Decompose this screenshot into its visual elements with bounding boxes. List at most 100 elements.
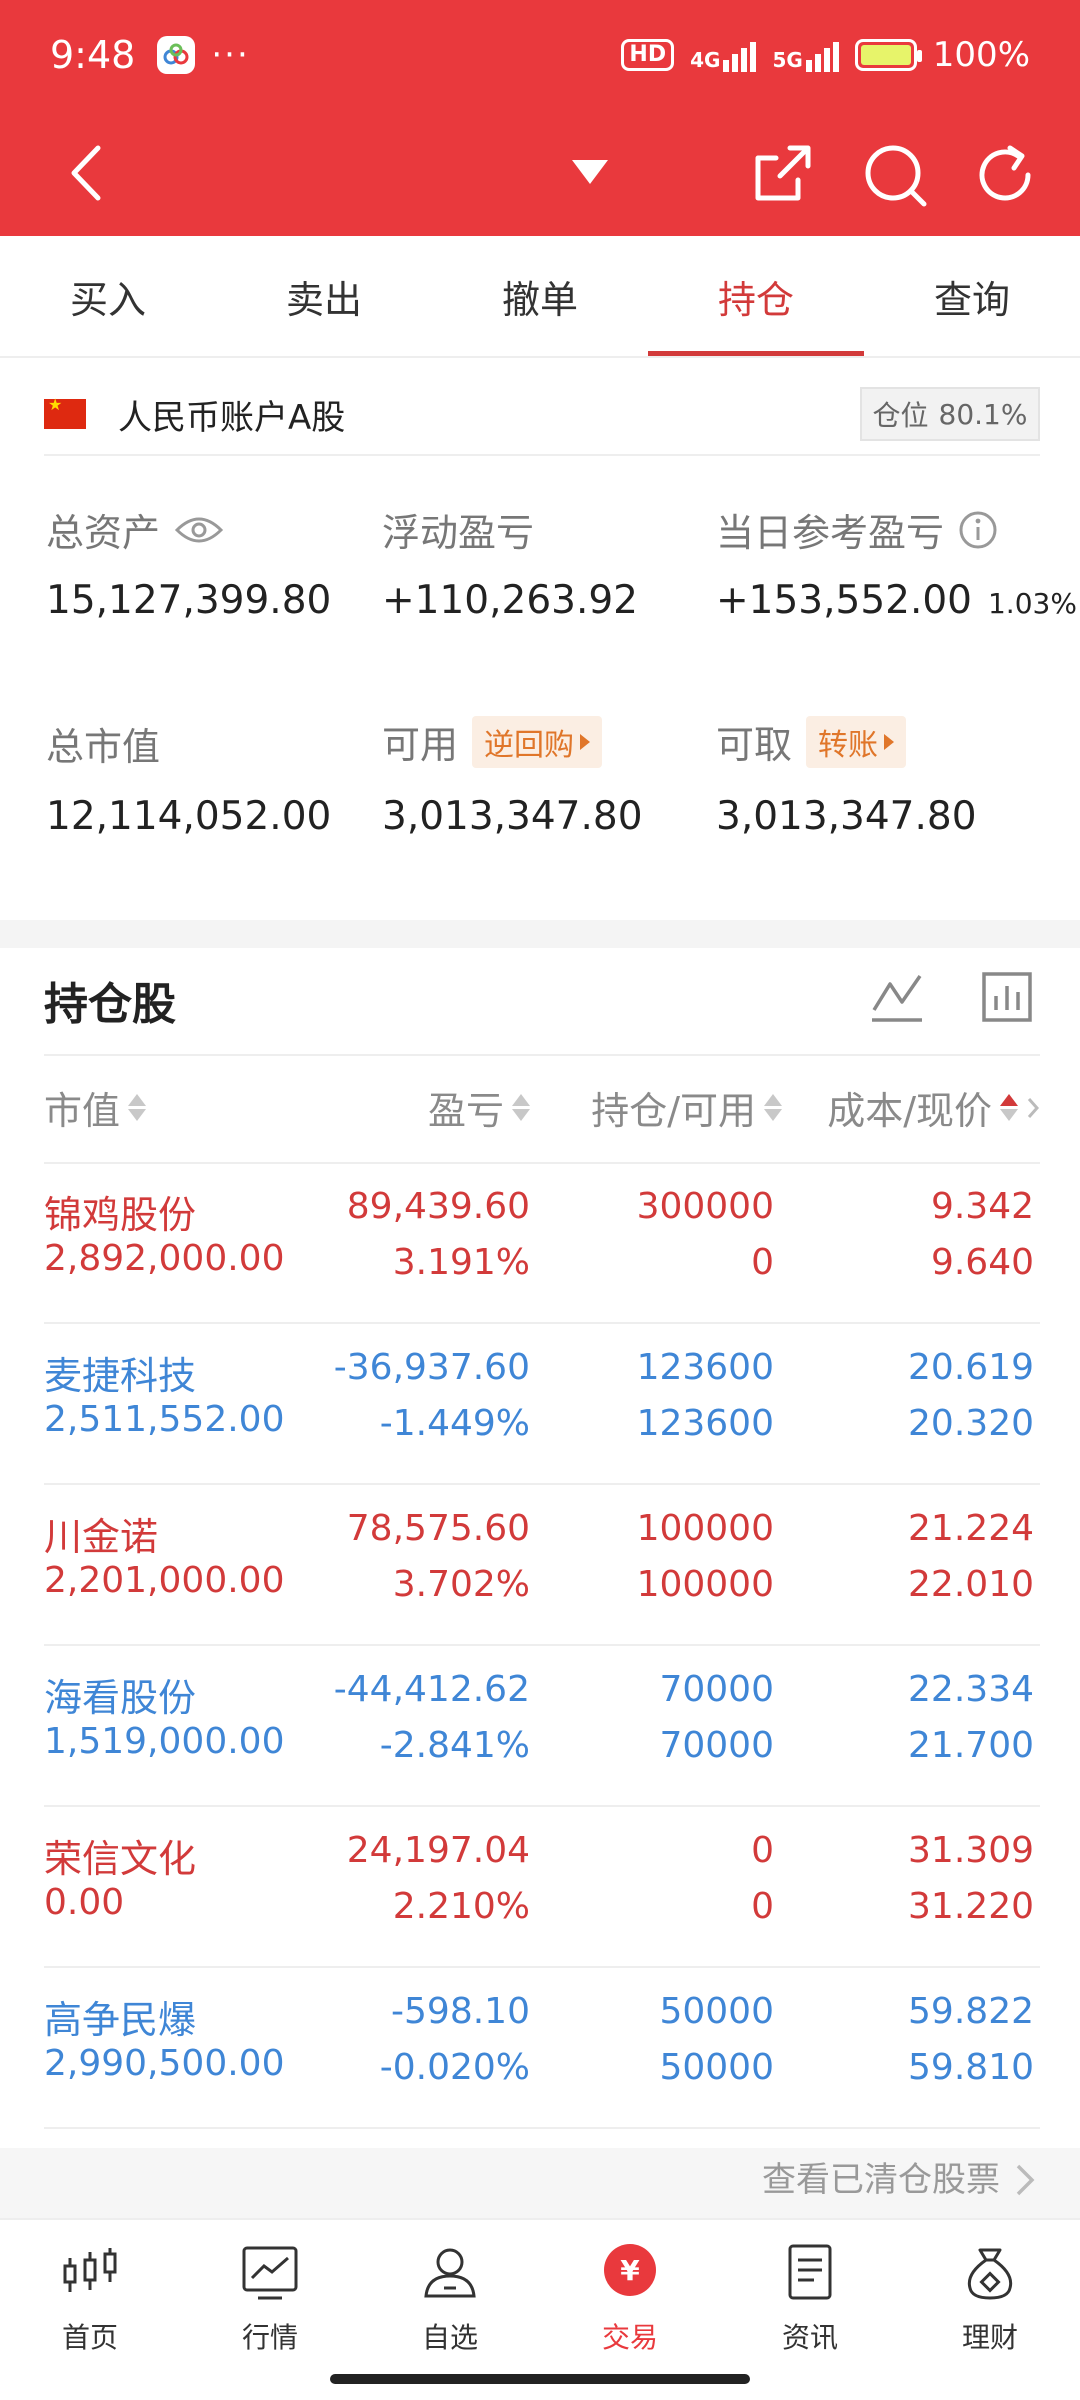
nav-trade[interactable]: ¥ 交易: [540, 2220, 720, 2400]
table-row[interactable]: 麦捷科技 2,511,552.00 -36,937.60 -1.449% 123600 1…: [0, 1325, 1080, 1485]
sort-icon-active: [1000, 1094, 1018, 1121]
stock-pl-percent: -2.841%: [379, 1725, 530, 1766]
tab-positions[interactable]: 持仓: [648, 236, 864, 356]
available-value: 3,013,347.80: [382, 794, 643, 839]
bottom-nav: 首页 行情 自选 ¥ 交易 资讯 理财: [0, 2218, 1080, 2400]
nav-watchlist[interactable]: 自选: [360, 2220, 540, 2400]
stock-available: 100000: [636, 1564, 774, 1605]
stock-cost: 21.224: [908, 1508, 1034, 1549]
stock-market-value: 0.00: [44, 1882, 125, 1923]
stock-name: 川金诺: [44, 1515, 159, 1559]
withdrawable-value: 3,013,347.80: [716, 794, 977, 839]
yuan-trade-icon: ¥: [604, 2244, 656, 2296]
hd-voice-icon: HD: [621, 39, 675, 71]
stock-quantity: 100000: [636, 1508, 774, 1549]
nav-wealth[interactable]: 理财: [900, 2220, 1080, 2400]
network-4g-label: 4G: [690, 48, 721, 72]
total-assets-label: 总资产: [46, 511, 161, 555]
stock-pl-percent: -0.020%: [379, 2047, 530, 2088]
position-value: 80.1%: [938, 397, 1028, 431]
market-chart-icon: [242, 2246, 298, 2300]
stock-price: 21.700: [908, 1725, 1034, 1766]
stock-market-value: 1,519,000.00: [44, 1721, 285, 1762]
nav-market[interactable]: 行情: [180, 2220, 360, 2400]
tab-buy[interactable]: 买入: [0, 236, 216, 356]
nav-home[interactable]: 首页: [0, 2220, 180, 2400]
tab-query[interactable]: 查询: [864, 236, 1080, 356]
stock-pl-percent: 2.210%: [392, 1886, 530, 1927]
table-row[interactable]: 高争民爆 2,990,500.00 -598.10 -0.020% 50000 50000…: [0, 1969, 1080, 2129]
daily-pl-group: +153,552.00 1.03%: [716, 578, 1077, 623]
share-icon[interactable]: [750, 140, 816, 206]
arrow-right-icon: [884, 733, 895, 750]
stock-price: 9.640: [930, 1242, 1034, 1283]
signal-4g-icon: 4G: [690, 38, 757, 72]
sort-icon: [128, 1094, 147, 1121]
column-label: 盈亏: [427, 1089, 504, 1133]
column-pl[interactable]: 盈亏: [428, 1080, 530, 1135]
stock-cost: 31.309: [908, 1830, 1034, 1871]
stock-available: 0: [751, 1242, 774, 1283]
stock-pl-percent: -1.449%: [379, 1403, 530, 1444]
column-cost-price[interactable]: 成本/现价: [827, 1080, 1040, 1135]
column-qty-available[interactable]: 持仓/可用: [591, 1080, 782, 1135]
stock-pl: 89,439.60: [346, 1186, 530, 1227]
reverse-repo-label: 逆回购: [484, 727, 575, 763]
nav-label: 理财: [961, 2321, 1018, 2354]
withdrawable-label-group: 可取 转账: [716, 714, 907, 769]
row-divider: [44, 1966, 1040, 1968]
column-market-value[interactable]: 市值: [44, 1080, 147, 1135]
home-indicator[interactable]: [330, 2374, 750, 2384]
stock-pl-percent: 3.702%: [392, 1564, 530, 1605]
column-label: 市值: [44, 1089, 121, 1133]
stock-pl: 24,197.04: [346, 1830, 530, 1871]
stock-market-value: 2,892,000.00: [44, 1238, 285, 1279]
account-row[interactable]: 人民币账户A股 仓位 80.1%: [44, 374, 1040, 454]
holdings-title: 持仓股: [44, 979, 176, 1030]
account-dropdown-icon[interactable]: [568, 152, 612, 192]
floating-pl-label: 浮动盈亏: [382, 511, 535, 555]
search-icon[interactable]: [860, 140, 930, 210]
battery-level: 100%: [932, 35, 1030, 75]
reverse-repo-button[interactable]: 逆回购: [472, 715, 603, 768]
withdrawable-label: 可取: [716, 723, 793, 767]
stock-market-value: 2,511,552.00: [44, 1399, 285, 1440]
stock-quantity: 0: [751, 1830, 774, 1871]
stock-cost: 20.619: [908, 1347, 1034, 1388]
table-row[interactable]: 川金诺 2,201,000.00 78,575.60 3.702% 100000 1000…: [0, 1486, 1080, 1646]
back-arrow-icon[interactable]: [60, 140, 120, 206]
stock-name: 海看股份: [44, 1676, 197, 1720]
nav-label: 首页: [61, 2321, 118, 2354]
app-notification-icon: [157, 36, 196, 74]
scroll-right-icon[interactable]: [1026, 1095, 1040, 1121]
stock-available: 70000: [659, 1725, 774, 1766]
table-row[interactable]: 海看股份 1,519,000.00 -44,412.62 -2.841% 70000 70…: [0, 1647, 1080, 1807]
cleared-stocks-bar[interactable]: 查看已清仓股票: [0, 2148, 1080, 2218]
sort-icon: [512, 1094, 530, 1121]
table-row[interactable]: 锦鸡股份 2,892,000.00 89,439.60 3.191% 300000 0 9.…: [0, 1164, 1080, 1324]
eye-icon[interactable]: [174, 514, 224, 546]
daily-pl-percent: 1.03%: [987, 587, 1077, 620]
stock-cost: 22.334: [908, 1669, 1034, 1710]
refresh-icon[interactable]: [970, 140, 1040, 210]
nav-news[interactable]: 资讯: [720, 2220, 900, 2400]
stock-quantity: 50000: [659, 1991, 774, 2032]
bar-chart-icon[interactable]: [980, 970, 1034, 1024]
position-ratio-badge: 仓位 80.1%: [860, 387, 1040, 441]
status-right-group: HD 4G 5G 100%: [621, 35, 1030, 75]
stock-available: 0: [751, 1886, 774, 1927]
stock-market-value: 2,201,000.00: [44, 1560, 285, 1601]
line-chart-icon[interactable]: [870, 970, 924, 1024]
stock-name: 荣信文化: [44, 1837, 197, 1881]
transfer-button[interactable]: 转账: [806, 715, 907, 768]
total-assets-label-group: 总资产: [46, 502, 224, 557]
info-icon[interactable]: [958, 510, 998, 550]
account-name: 人民币账户A股: [118, 397, 346, 438]
column-label: 成本/现价: [827, 1089, 992, 1133]
tab-cancel-order[interactable]: 撤单: [432, 236, 648, 356]
cleared-stocks-link[interactable]: 查看已清仓股票: [762, 2152, 1000, 2201]
tab-sell[interactable]: 卖出: [216, 236, 432, 356]
table-row[interactable]: 荣信文化 0.00 24,197.04 2.210% 0 0 31.309 31.220: [0, 1808, 1080, 1968]
arrow-right-icon: [580, 733, 591, 750]
row-divider: [44, 1644, 1040, 1646]
